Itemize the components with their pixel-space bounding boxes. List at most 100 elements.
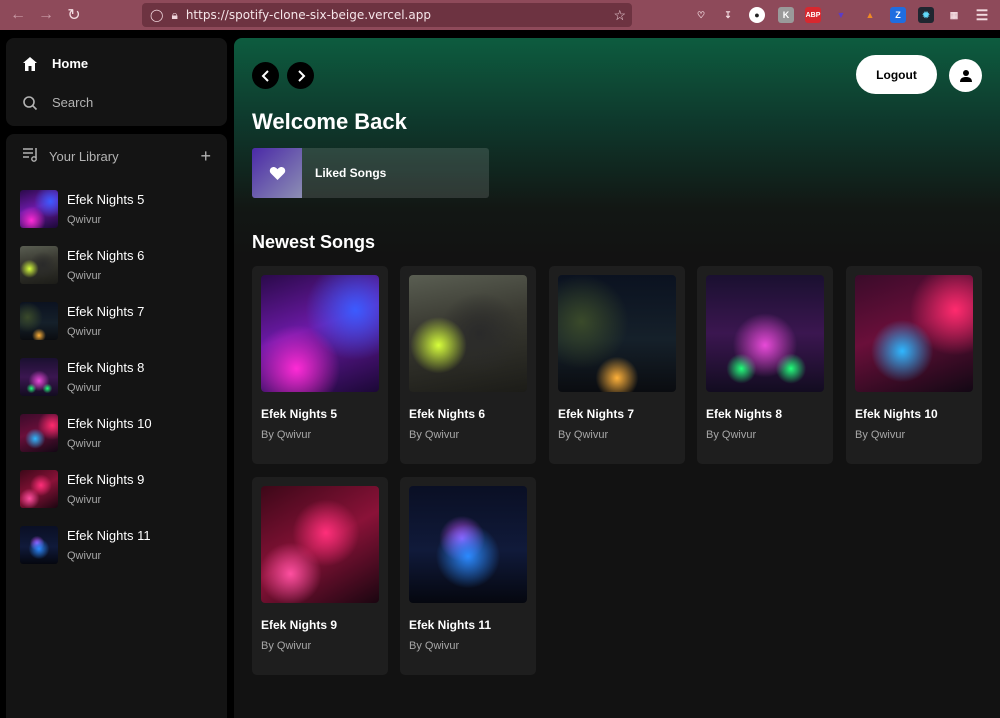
library-item-title: Efek Nights 10 — [67, 416, 152, 431]
song-card[interactable]: Efek Nights 10 By Qwivur — [846, 266, 982, 464]
song-cover-image — [20, 190, 58, 228]
song-card[interactable]: Efek Nights 8 By Qwivur — [697, 266, 833, 464]
song-title: Efek Nights 10 — [855, 407, 938, 421]
library-item-title: Efek Nights 5 — [67, 192, 145, 207]
song-card[interactable]: Efek Nights 6 By Qwivur — [400, 266, 536, 464]
browser-forward-icon[interactable]: → — [31, 0, 61, 30]
song-artist: By Qwivur — [261, 640, 312, 652]
library-item[interactable]: Efek Nights 10 Qwivur — [6, 405, 227, 461]
forward-button[interactable] — [287, 62, 314, 89]
heart-icon — [269, 166, 285, 180]
song-artist: By Qwivur — [261, 429, 312, 441]
library-header: Your Library + — [6, 134, 227, 178]
sidebar-navigation: Home Search — [6, 38, 227, 126]
library-item-title: Efek Nights 8 — [67, 360, 145, 375]
user-icon — [959, 69, 972, 82]
add-to-library-icon[interactable]: + — [200, 146, 211, 167]
library-item[interactable]: Efek Nights 9 Qwivur — [6, 461, 227, 517]
song-cover-image — [20, 246, 58, 284]
liked-songs-art — [252, 148, 302, 198]
logout-button[interactable]: Logout — [856, 55, 937, 94]
section-title: Newest Songs — [252, 232, 376, 252]
chevron-right-icon — [297, 69, 305, 82]
user-profile-button[interactable] — [949, 59, 982, 92]
song-artist: By Qwivur — [558, 429, 609, 441]
library-item-artist: Qwivur — [67, 550, 102, 562]
browser-url-bar[interactable]: ◯ 🔒︎ https://spotify-clone-six-beige.ver… — [142, 3, 632, 27]
url-text: https://spotify-clone-six-beige.vercel.a… — [185, 8, 431, 22]
lock-icon: 🔒︎ — [171, 7, 178, 22]
song-cover-image — [20, 470, 58, 508]
extension-react-icon[interactable]: ✹ — [918, 7, 934, 23]
shield-icon: ◯ — [150, 8, 164, 22]
song-card[interactable]: Efek Nights 7 By Qwivur — [549, 266, 685, 464]
extension-fox-icon[interactable]: ▲ — [862, 7, 878, 23]
song-cover-image — [558, 275, 676, 392]
back-button[interactable] — [252, 62, 279, 89]
song-cover-image — [409, 486, 527, 603]
song-cover-image — [20, 526, 58, 564]
extension-clock-icon[interactable]: ● — [749, 7, 765, 23]
song-card[interactable]: Efek Nights 5 By Qwivur — [252, 266, 388, 464]
song-title: Efek Nights 8 — [706, 407, 783, 421]
song-title: Efek Nights 9 — [261, 618, 338, 632]
library-icon — [22, 147, 39, 165]
library-item[interactable]: Efek Nights 5 Qwivur — [6, 181, 227, 237]
pocket-icon[interactable]: ♡ — [693, 7, 709, 23]
library-item[interactable]: Efek Nights 7 Qwivur — [6, 293, 227, 349]
library-item-title: Efek Nights 9 — [67, 472, 145, 487]
menu-icon[interactable]: ☰ — [974, 7, 990, 23]
bookmark-star-icon[interactable]: ☆ — [613, 7, 626, 24]
browser-reload-icon[interactable]: ↻ — [59, 0, 89, 30]
search-icon — [22, 95, 38, 111]
extensions-puzzle-icon[interactable]: ▦ — [946, 7, 962, 23]
song-artist: By Qwivur — [855, 429, 906, 441]
library-item-title: Efek Nights 7 — [67, 304, 145, 319]
song-title: Efek Nights 7 — [558, 407, 635, 421]
library-item-artist: Qwivur — [67, 438, 102, 450]
history-navigation — [252, 62, 314, 89]
song-artist: By Qwivur — [409, 429, 460, 441]
browser-back-icon[interactable]: ← — [3, 0, 33, 30]
home-icon — [22, 56, 38, 72]
browser-toolbar: ← → ↻ ◯ 🔒︎ https://spotify-clone-six-bei… — [0, 0, 1000, 30]
song-cover-image — [20, 414, 58, 452]
library-item-artist: Qwivur — [67, 270, 102, 282]
library-title: Your Library — [49, 148, 119, 164]
library-item-artist: Qwivur — [67, 494, 102, 506]
song-cover-image — [261, 275, 379, 392]
song-title: Efek Nights 11 — [409, 618, 492, 632]
extension-k-icon[interactable]: K — [778, 7, 794, 23]
sidebar-item-label: Search — [52, 95, 94, 110]
song-cover-image — [855, 275, 973, 392]
song-title: Efek Nights 5 — [261, 407, 338, 421]
extension-z-icon[interactable]: Z — [890, 7, 906, 23]
liked-songs-label: Liked Songs — [315, 166, 387, 180]
library-item-artist: Qwivur — [67, 382, 102, 394]
song-cover-image — [20, 358, 58, 396]
sidebar-item-search[interactable]: Search — [6, 83, 227, 122]
song-cover-image — [706, 275, 824, 392]
adblock-icon[interactable]: ABP — [805, 7, 821, 23]
library-title-group[interactable]: Your Library — [22, 147, 119, 165]
library-item-title: Efek Nights 6 — [67, 248, 145, 263]
song-card[interactable]: Efek Nights 11 By Qwivur — [400, 477, 536, 675]
library-item[interactable]: Efek Nights 6 Qwivur — [6, 237, 227, 293]
page-title: Welcome Back — [252, 109, 407, 134]
library-item[interactable]: Efek Nights 8 Qwivur — [6, 349, 227, 405]
download-icon[interactable]: ↧ — [720, 7, 736, 23]
library-item-artist: Qwivur — [67, 326, 102, 338]
song-card[interactable]: Efek Nights 9 By Qwivur — [252, 477, 388, 675]
extension-shield-icon[interactable]: ▼ — [833, 7, 849, 23]
chevron-left-icon — [261, 69, 269, 82]
sidebar-item-label: Home — [52, 56, 89, 71]
song-artist: By Qwivur — [706, 429, 757, 441]
library-item[interactable]: Efek Nights 11 Qwivur — [6, 517, 227, 573]
song-artist: By Qwivur — [409, 640, 460, 652]
liked-songs-card[interactable]: Liked Songs — [252, 148, 489, 198]
library-item-title: Efek Nights 11 — [67, 528, 151, 543]
library-panel: Your Library + Efek Nights 5 Qwivur Efek … — [6, 134, 227, 718]
song-title: Efek Nights 6 — [409, 407, 486, 421]
sidebar-item-home[interactable]: Home — [6, 44, 227, 83]
library-item-artist: Qwivur — [67, 214, 102, 226]
